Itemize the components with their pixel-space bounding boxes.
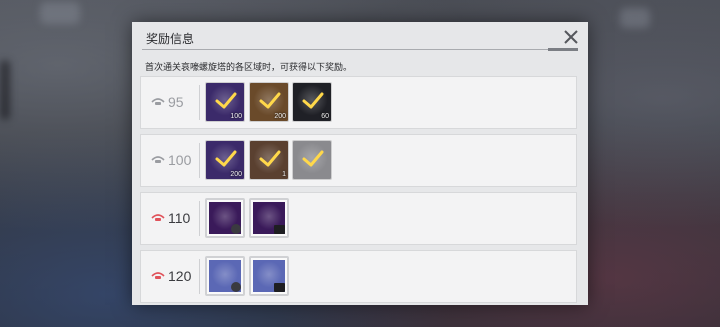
tier-level-value: 95 <box>168 94 184 110</box>
reward-item[interactable]: 200 <box>205 140 245 180</box>
dialog-header: 奖励信息 <box>132 22 588 52</box>
tier-divider <box>199 143 200 178</box>
card-tag-icon <box>274 225 285 234</box>
background-menu-shape <box>40 2 80 24</box>
reward-item[interactable] <box>205 256 245 296</box>
tier-level-value: 110 <box>168 210 191 226</box>
claimed-check-icon <box>259 150 281 167</box>
close-button[interactable] <box>562 28 580 46</box>
claimed-check-icon <box>302 150 324 167</box>
reward-item[interactable]: 60 <box>292 82 332 122</box>
tier-level-icon <box>151 214 165 221</box>
background-menu-shape <box>620 8 650 28</box>
header-divider <box>142 48 578 51</box>
claimed-check-icon <box>215 150 237 167</box>
reward-quantity: 200 <box>274 113 286 120</box>
reward-quantity: 100 <box>230 113 242 120</box>
dialog-subtitle: 首次通关哀嚎螺旋塔的各区域时，可获得以下奖励。 <box>145 62 353 72</box>
dialog-title: 奖励信息 <box>146 32 195 46</box>
reward-tier-row: 110 <box>140 192 577 245</box>
reward-item[interactable]: 1 <box>249 140 289 180</box>
reward-item[interactable] <box>205 198 245 238</box>
tier-level-value: 120 <box>168 268 192 284</box>
tier-level-icon <box>151 272 165 279</box>
tier-level-icon <box>151 156 165 163</box>
reward-item[interactable]: 100 <box>205 82 245 122</box>
tier-divider <box>199 85 200 120</box>
card-tag-icon <box>274 283 285 292</box>
currency-tag-icon <box>231 282 241 292</box>
tier-level-value: 100 <box>168 152 192 168</box>
tier-divider <box>199 259 200 294</box>
reward-item[interactable] <box>249 198 289 238</box>
close-icon <box>564 30 578 44</box>
reward-tier-list[interactable]: 95 100 200 60 100 200 1 110 120 <box>140 76 578 305</box>
reward-item[interactable] <box>292 140 332 180</box>
reward-item[interactable]: 200 <box>249 82 289 122</box>
reward-quantity: 200 <box>230 171 242 178</box>
claimed-check-icon <box>302 92 324 109</box>
tier-level-icon <box>151 98 165 105</box>
claimed-check-icon <box>215 92 237 109</box>
reward-tier-row: 95 100 200 60 <box>140 76 577 129</box>
reward-tier-row: 100 200 1 <box>140 134 577 187</box>
currency-tag-icon <box>231 224 241 234</box>
tier-divider <box>199 201 200 236</box>
background-edge-shape <box>0 60 10 120</box>
reward-quantity: 1 <box>282 171 286 178</box>
reward-quantity: 60 <box>321 113 329 120</box>
reward-item[interactable] <box>249 256 289 296</box>
claimed-check-icon <box>259 92 281 109</box>
reward-info-dialog: 奖励信息 首次通关哀嚎螺旋塔的各区域时，可获得以下奖励。 95 100 200 60 1… <box>132 22 588 305</box>
reward-tier-row: 120 <box>140 250 577 303</box>
